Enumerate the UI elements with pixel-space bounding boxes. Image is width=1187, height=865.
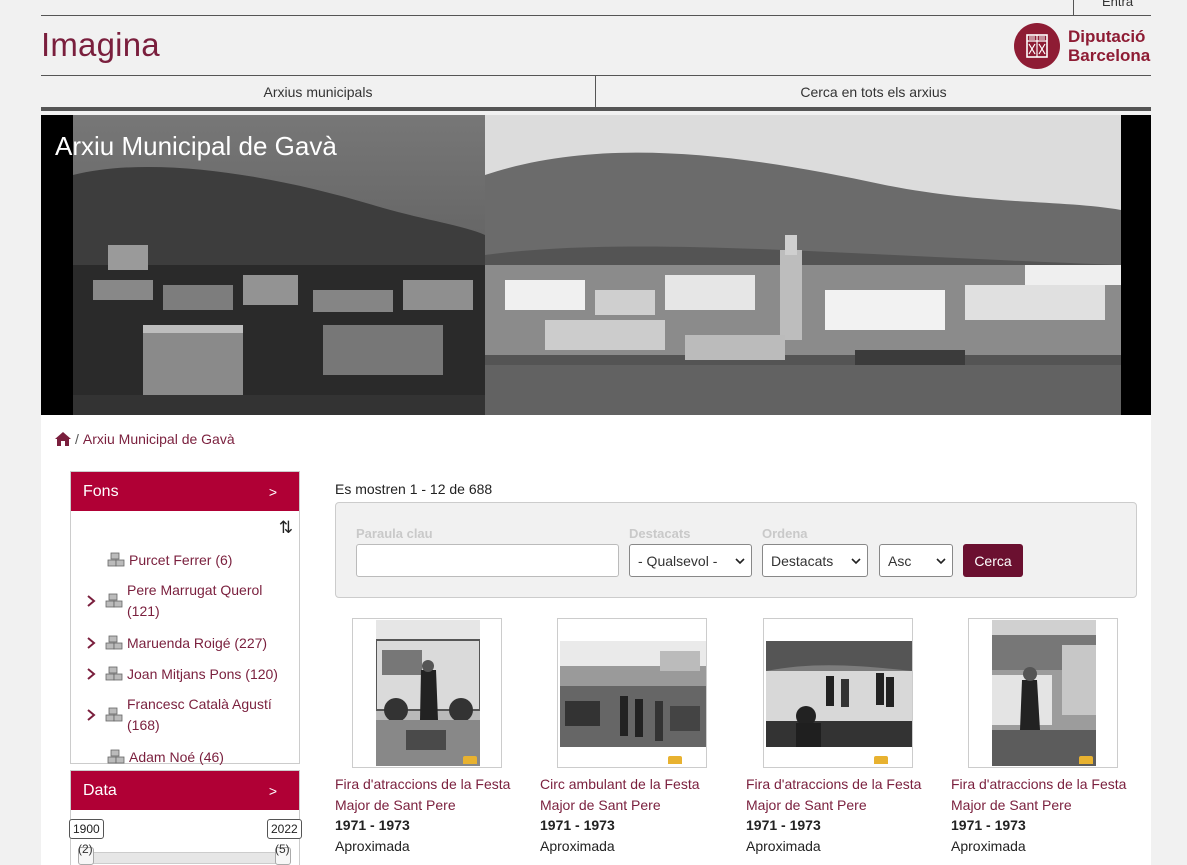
ordena-select-value: Destacats xyxy=(771,552,834,569)
results-summary: Es mostren 1 - 12 de 688 xyxy=(335,481,493,497)
login-tab-label[interactable]: Entra xyxy=(1102,0,1133,9)
list-item-label[interactable]: Joan Mitjans Pons (120) xyxy=(127,666,295,682)
list-item-label[interactable]: Adam Noé (46) xyxy=(129,749,295,765)
hero-photo-right xyxy=(485,115,1121,415)
archive-boxes-icon xyxy=(105,666,123,680)
direction-select[interactable]: Asc xyxy=(879,544,953,577)
data-panel: Data > 1900 2022 (2) (5) xyxy=(69,770,302,865)
slider-track[interactable] xyxy=(87,852,283,864)
logo-line1: Diputació xyxy=(1068,27,1146,46)
chevron-down-icon xyxy=(851,558,861,565)
photo-thumbnail xyxy=(992,620,1096,766)
slider-max-label: 2022 xyxy=(267,819,302,839)
main-nav: Arxius municipals Cerca en tots els arxi… xyxy=(41,75,1151,111)
badge-icon xyxy=(1079,756,1093,764)
search-button[interactable]: Cerca xyxy=(963,544,1023,577)
chevron-right-icon: > xyxy=(268,782,277,799)
result-thumbnail[interactable] xyxy=(352,618,502,768)
card-title[interactable]: Fira d'atraccions de la Festa Major de S… xyxy=(335,774,525,816)
chevron-right-icon[interactable] xyxy=(85,636,97,649)
list-item-label[interactable]: Francesc Català Agustí (168) xyxy=(127,694,295,736)
card-date: 1971 - 1973 xyxy=(335,817,410,833)
list-item[interactable]: Maruenda Roigé (227) xyxy=(71,627,301,658)
card-approx: Aproximada xyxy=(746,838,821,854)
slider-max-count: (5) xyxy=(275,842,290,856)
login-tab[interactable]: Entra xyxy=(1073,0,1151,15)
logo-line2: Barcelona xyxy=(1068,46,1151,65)
data-panel-title: Data xyxy=(83,781,117,799)
top-divider xyxy=(41,15,1151,16)
archive-boxes-icon xyxy=(107,552,125,566)
badge-icon xyxy=(874,756,888,764)
card-date: 1971 - 1973 xyxy=(746,817,821,833)
chevron-right-icon: > xyxy=(268,483,277,500)
card-approx: Aproximada xyxy=(951,838,1026,854)
date-slider: 1900 2022 (2) (5) xyxy=(69,815,302,865)
card-title[interactable]: Circ ambulant de la Festa Major de Sant … xyxy=(540,774,730,816)
diputacio-logo[interactable]: Diputació Barcelona xyxy=(1014,23,1154,69)
fons-panel: Fons > ⇅ Purcet Ferrer (6) Pere Marrugat … xyxy=(70,471,300,765)
chevron-down-icon xyxy=(735,558,745,565)
archive-boxes-icon xyxy=(105,593,123,608)
photo-thumbnail xyxy=(766,641,912,747)
nav-cerca-tots-arxius[interactable]: Cerca en tots els arxius xyxy=(596,76,1151,107)
list-item[interactable]: Joan Mitjans Pons (120) xyxy=(71,658,301,689)
card-date: 1971 - 1973 xyxy=(951,817,1026,833)
badge-icon xyxy=(668,756,682,764)
sort-icon[interactable]: ⇅ xyxy=(279,518,293,538)
breadcrumb-separator: / xyxy=(75,431,79,447)
archive-boxes-icon xyxy=(105,707,123,722)
archive-boxes-icon xyxy=(105,635,123,649)
hero-banner: Arxiu Municipal de Gavà xyxy=(41,115,1151,415)
breadcrumb: / Arxiu Municipal de Gavà xyxy=(55,431,235,447)
slider-min-count: (2) xyxy=(78,842,93,856)
fons-panel-title: Fons xyxy=(83,482,119,500)
list-item[interactable]: Purcet Ferrer (6) xyxy=(71,544,301,575)
card-title[interactable]: Fira d'atraccions de la Festa Major de S… xyxy=(746,774,936,816)
fons-panel-header[interactable]: Fons > xyxy=(71,472,299,511)
destacats-select-value: - Qualsevol - xyxy=(638,552,718,569)
chevron-right-icon[interactable] xyxy=(85,595,97,607)
badge-icon xyxy=(463,756,477,764)
home-icon[interactable] xyxy=(55,432,71,446)
chevron-right-icon[interactable] xyxy=(85,709,97,721)
list-item-label[interactable]: Purcet Ferrer (6) xyxy=(129,552,295,568)
breadcrumb-current[interactable]: Arxiu Municipal de Gavà xyxy=(83,431,235,447)
keyword-input[interactable] xyxy=(356,544,619,577)
archive-boxes-icon xyxy=(107,749,125,763)
result-thumbnail[interactable] xyxy=(763,618,913,768)
card-title[interactable]: Fira d'atraccions de la Festa Major de S… xyxy=(951,774,1141,816)
chevron-down-icon xyxy=(936,558,946,565)
list-item[interactable]: Adam Noé (46) xyxy=(71,741,301,772)
hero-title: Arxiu Municipal de Gavà xyxy=(55,131,337,161)
result-thumbnail[interactable] xyxy=(557,618,707,768)
data-panel-header[interactable]: Data > xyxy=(71,771,299,810)
fons-tree: Purcet Ferrer (6) Pere Marrugat Querol (1… xyxy=(71,544,301,772)
direction-select-value: Asc xyxy=(888,552,912,569)
ordena-select[interactable]: Destacats xyxy=(762,544,868,577)
search-form: Paraula clau Destacats - Qualsevol - Ord… xyxy=(335,502,1137,598)
slider-min-label: 1900 xyxy=(69,819,104,839)
list-item[interactable]: Pere Marrugat Querol (121) xyxy=(71,575,301,627)
card-approx: Aproximada xyxy=(335,838,410,854)
logo-seal-icon xyxy=(1014,23,1060,69)
destacats-select[interactable]: - Qualsevol - xyxy=(629,544,752,577)
destacats-label: Destacats xyxy=(629,526,691,541)
keyword-label: Paraula clau xyxy=(356,526,433,541)
card-date: 1971 - 1973 xyxy=(540,817,615,833)
photo-thumbnail xyxy=(560,641,706,747)
site-brand[interactable]: Imagina xyxy=(41,26,160,64)
list-item-label[interactable]: Maruenda Roigé (227) xyxy=(127,635,295,651)
list-item[interactable]: Francesc Català Agustí (168) xyxy=(71,689,301,741)
ordena-label: Ordena xyxy=(762,526,808,541)
chevron-right-icon[interactable] xyxy=(85,667,97,680)
result-thumbnail[interactable] xyxy=(968,618,1118,768)
list-item-label[interactable]: Pere Marrugat Querol (121) xyxy=(127,580,295,622)
nav-arxius-municipals[interactable]: Arxius municipals xyxy=(41,76,596,107)
card-approx: Aproximada xyxy=(540,838,615,854)
photo-thumbnail xyxy=(376,620,480,766)
